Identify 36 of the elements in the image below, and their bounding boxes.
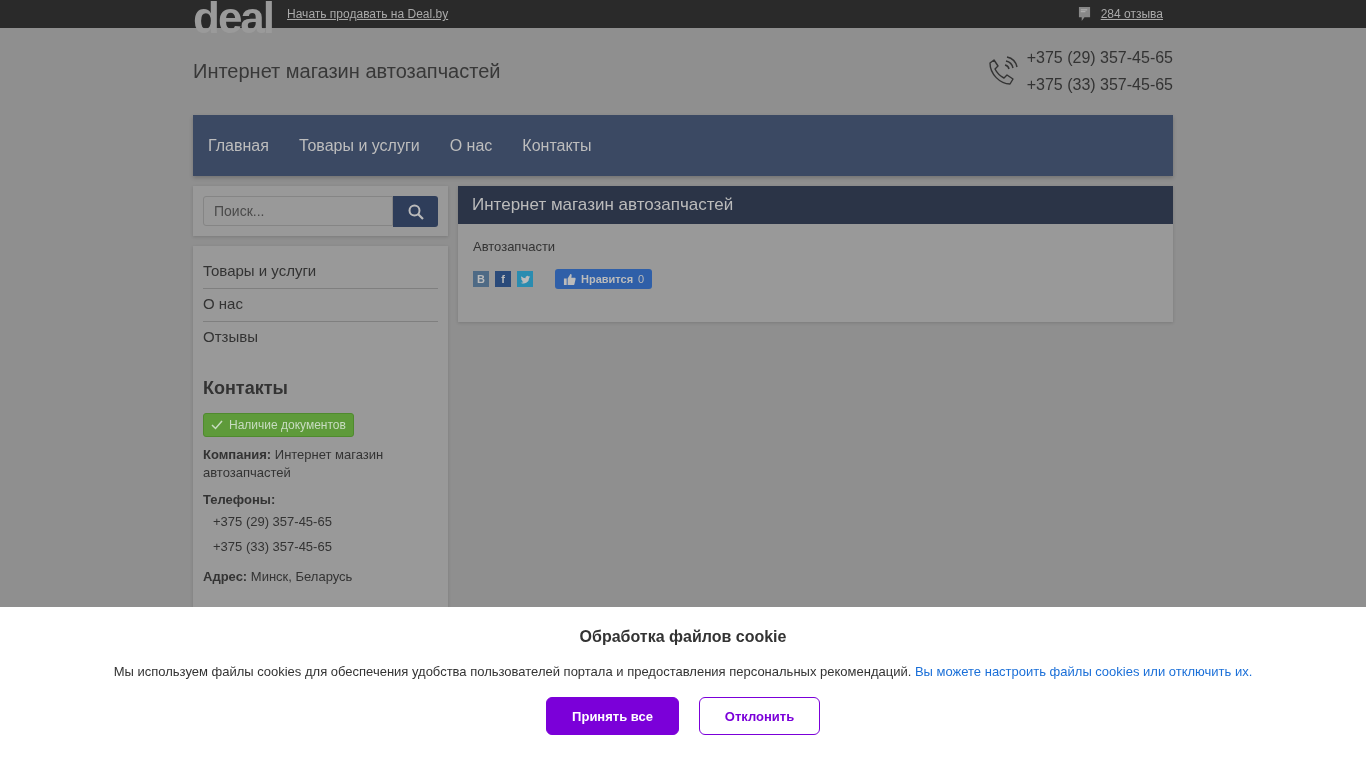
phones-label: Телефоны: [203, 491, 277, 509]
decline-button[interactable]: Отклонить [699, 697, 820, 735]
phone-number: +375 (29) 357-45-65 [1026, 49, 1173, 67]
vk-share-button[interactable]: В [473, 271, 489, 287]
phone-number: +375 (29) 357-45-65 [212, 513, 333, 531]
cookie-title: Обработка файлов cookie [579, 628, 787, 646]
like-button[interactable]: Нравится 0 [555, 269, 653, 289]
phone-number: +375 (33) 357-45-65 [1026, 76, 1173, 94]
company-info: Компания: Интернет магазин автозапчастей [203, 446, 385, 482]
accept-button[interactable]: Принять все [546, 697, 679, 735]
nav-link[interactable]: О нас [449, 136, 493, 155]
search-icon [407, 203, 424, 220]
sell-link[interactable]: Начать продавать на Deal.by [287, 7, 449, 21]
facebook-share-button[interactable]: f [495, 271, 511, 287]
reviews-link[interactable]: 284 отзыва [1100, 7, 1163, 21]
cookie-settings-link[interactable]: Вы можете настроить файлы cookies или отключить их. [914, 664, 1253, 679]
comment-icon [1077, 5, 1091, 23]
thumbs-up-icon [563, 272, 576, 286]
content-title: Интернет магазин автозапчастей [472, 195, 734, 215]
sidebar-item[interactable]: Товары и услуги [203, 256, 438, 289]
cookie-text: Мы используем файлы cookies для обеспечения удобства пользователей портала и предоставления персональных рекомендаций. Вы можете настроить файлы cookies или отключить их. [113, 664, 1253, 679]
sidebar-item[interactable]: О нас [203, 289, 438, 322]
section-title: Контакты [203, 378, 289, 399]
site-title: Интернет магазин автозапчастей [193, 60, 501, 83]
check-icon [211, 420, 223, 430]
bird-icon [519, 273, 531, 285]
phone-number: +375 (33) 357-45-65 [212, 538, 333, 556]
sidebar-item[interactable]: Отзывы [203, 322, 438, 354]
search-field[interactable]: Поиск... [203, 196, 393, 226]
address-info: Адрес: Минск, Беларусь [203, 568, 354, 586]
search-button[interactable] [393, 196, 438, 227]
nav-link[interactable]: Контакты [522, 136, 592, 155]
badge-label: Наличие документов [229, 418, 346, 432]
nav-link[interactable]: Главная [208, 136, 269, 155]
nav-link[interactable]: Товары и услуги [298, 136, 420, 155]
category-text: Автозапчасти [473, 239, 557, 254]
